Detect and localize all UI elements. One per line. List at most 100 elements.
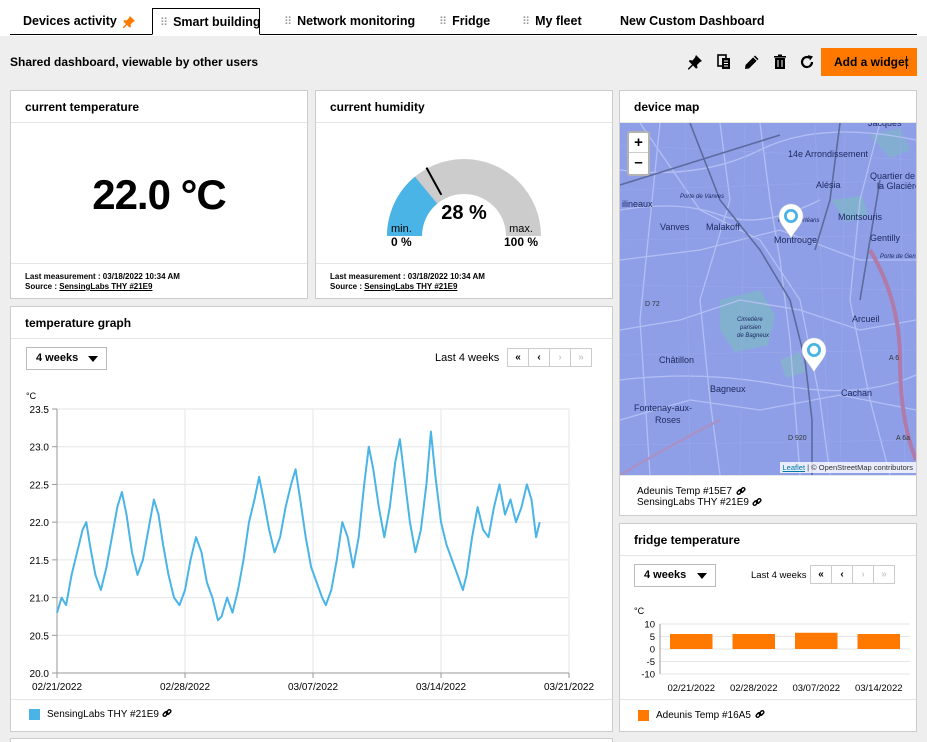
map-place-label: Roses [655, 415, 681, 425]
y-tick-label: 21.0 [30, 594, 50, 605]
map-place-label: Fontenay-aux- [634, 403, 692, 413]
map-place-label: la Glacière [877, 181, 916, 191]
legend-swatch [29, 709, 40, 720]
divider [620, 555, 916, 556]
map-view[interactable]: Jacques 14e Arrondissement Alésia Quartier … [620, 123, 916, 475]
next-page-button[interactable]: › [852, 565, 874, 584]
map-place-label: Alésia [816, 180, 841, 190]
fridge-bar[interactable] [732, 634, 776, 649]
last-measurement: Last measurement : 03/18/2022 10:34 AM [25, 272, 180, 281]
map-place-label: D 920 [788, 435, 807, 442]
map-place-label: Bagneux [710, 384, 746, 394]
period-pager: « ‹ › » [810, 565, 895, 584]
source-link[interactable]: SensingLabs THY #21E9 [364, 282, 457, 291]
next-page-button[interactable]: › [549, 348, 571, 367]
map-place-label: Quartier de [870, 171, 915, 181]
source-line: Source : SensingLabs THY #21E9 [25, 282, 180, 292]
pin-icon[interactable] [122, 15, 136, 29]
map-place-label: Cimetière [737, 317, 763, 323]
y-tick-label: 10 [644, 620, 655, 631]
y-tick-label: -5 [647, 657, 655, 668]
fridge-bar[interactable] [670, 634, 713, 649]
tab-new-custom-dashboard[interactable]: New Custom Dashboard [620, 8, 764, 35]
zoom-in-button[interactable]: + [629, 133, 648, 153]
drag-handle-icon[interactable]: ⠿ [284, 16, 292, 28]
duplicate-icon[interactable] [716, 54, 732, 70]
x-tick-label: 02/28/2022 [160, 682, 210, 693]
previous-page-button[interactable]: ‹ [831, 565, 853, 584]
last-page-button[interactable]: » [873, 565, 895, 584]
tab-fridge[interactable]: ⠿ Fridge [439, 8, 490, 35]
map-place-label: Montsouris [838, 212, 883, 222]
map-device-row: Adeunis Temp #15E7 [637, 486, 732, 497]
gauge-min-label: min. [391, 223, 412, 235]
tab-label: New Custom Dashboard [620, 14, 765, 28]
period-select[interactable]: 4 weeks [26, 347, 107, 370]
gauge-max-label: max. [509, 223, 533, 235]
link-icon[interactable] [736, 486, 746, 496]
add-widget-button[interactable]: Add a widget [821, 48, 917, 76]
period-select-value: 4 weeks [36, 352, 79, 364]
last-page-button[interactable]: » [570, 348, 592, 367]
fridge-bar[interactable] [795, 632, 838, 649]
link-icon[interactable] [752, 497, 762, 507]
tab-my-fleet[interactable]: ⠿ My fleet [522, 8, 582, 35]
current-humidity-card: current humidity 28 % min. 0 % max. 100 … [315, 90, 613, 299]
text-caret [906, 56, 907, 69]
map-place-label: A 6a [896, 435, 910, 442]
map-place-label: Porte de Vanves [680, 194, 724, 200]
x-tick-label: 03/07/2022 [288, 682, 338, 693]
leaflet-link[interactable]: Leaflet [783, 463, 806, 472]
divider [11, 338, 612, 339]
drag-handle-icon[interactable]: ⠿ [522, 16, 530, 28]
zoom-out-button[interactable]: – [629, 153, 648, 174]
link-icon[interactable] [162, 708, 172, 718]
drag-handle-icon[interactable]: ⠿ [439, 16, 447, 28]
refresh-icon[interactable] [799, 54, 815, 70]
chevron-down-icon [88, 356, 98, 362]
tab-network-monitoring[interactable]: ⠿ Network monitoring [284, 8, 415, 35]
map-place-label: parisien [739, 325, 762, 331]
divider [316, 122, 612, 123]
y-tick-label: 21.5 [30, 556, 50, 567]
link-icon[interactable] [755, 709, 765, 719]
divider [620, 699, 916, 700]
x-tick-label: 02/21/2022 [667, 683, 715, 694]
x-tick-label: 03/07/2022 [792, 683, 840, 694]
card-title: current humidity [330, 100, 425, 114]
card-title: device map [634, 100, 700, 114]
first-page-button[interactable]: « [810, 565, 832, 584]
y-tick-label: 22.0 [30, 518, 50, 529]
divider [620, 475, 916, 476]
drag-handle-icon[interactable]: ⠿ [160, 17, 168, 29]
map-place-label: Jacques [868, 123, 902, 128]
delete-icon[interactable] [772, 54, 788, 70]
fridge-bar-chart: °C 105 0-5 -10 02/21/2022 02/28/2022 03/07/202… [634, 606, 910, 694]
osm-attribution: | © OpenStreetMap contributors [805, 463, 913, 472]
map-place-label: Porte de Gentilly [880, 254, 916, 260]
map-device-name: SensingLabs THY #21E9 [637, 497, 749, 508]
previous-page-button[interactable]: ‹ [528, 348, 550, 367]
y-tick-label: 23.5 [30, 405, 50, 416]
tab-label: My fleet [535, 14, 582, 28]
period-select[interactable]: 4 weeks [634, 564, 716, 587]
map-place-label: A 6 [889, 355, 899, 362]
zoom-control: + – [627, 131, 650, 176]
y-axis-unit: °C [26, 391, 37, 401]
pin-icon[interactable] [687, 54, 703, 70]
card-title: temperature graph [25, 316, 132, 330]
fridge-bar[interactable] [857, 634, 901, 649]
humidity-gauge: 28 % [387, 158, 541, 236]
first-page-button[interactable]: « [507, 348, 529, 367]
map-place-label: D 72 [645, 301, 660, 308]
edit-icon[interactable] [744, 54, 760, 70]
card-title: current temperature [25, 100, 140, 114]
tab-smart-building[interactable]: ⠿ Smart building [152, 8, 261, 35]
tab-label: Smart building [173, 15, 261, 29]
tab-devices-activity[interactable]: Devices activity [23, 8, 136, 35]
current-temperature-card: current temperature 22.0 °C Last measure… [10, 90, 308, 299]
source-link[interactable]: SensingLabs THY #21E9 [59, 282, 152, 291]
temperature-value: 22.0 °C [92, 171, 227, 218]
add-widget-label: Add a widget [834, 55, 909, 69]
temperature-line-chart: °C 23.5 23.0 22.5 22.0 21.5 21.0 20.5 20.0 02/21/… [26, 391, 594, 693]
